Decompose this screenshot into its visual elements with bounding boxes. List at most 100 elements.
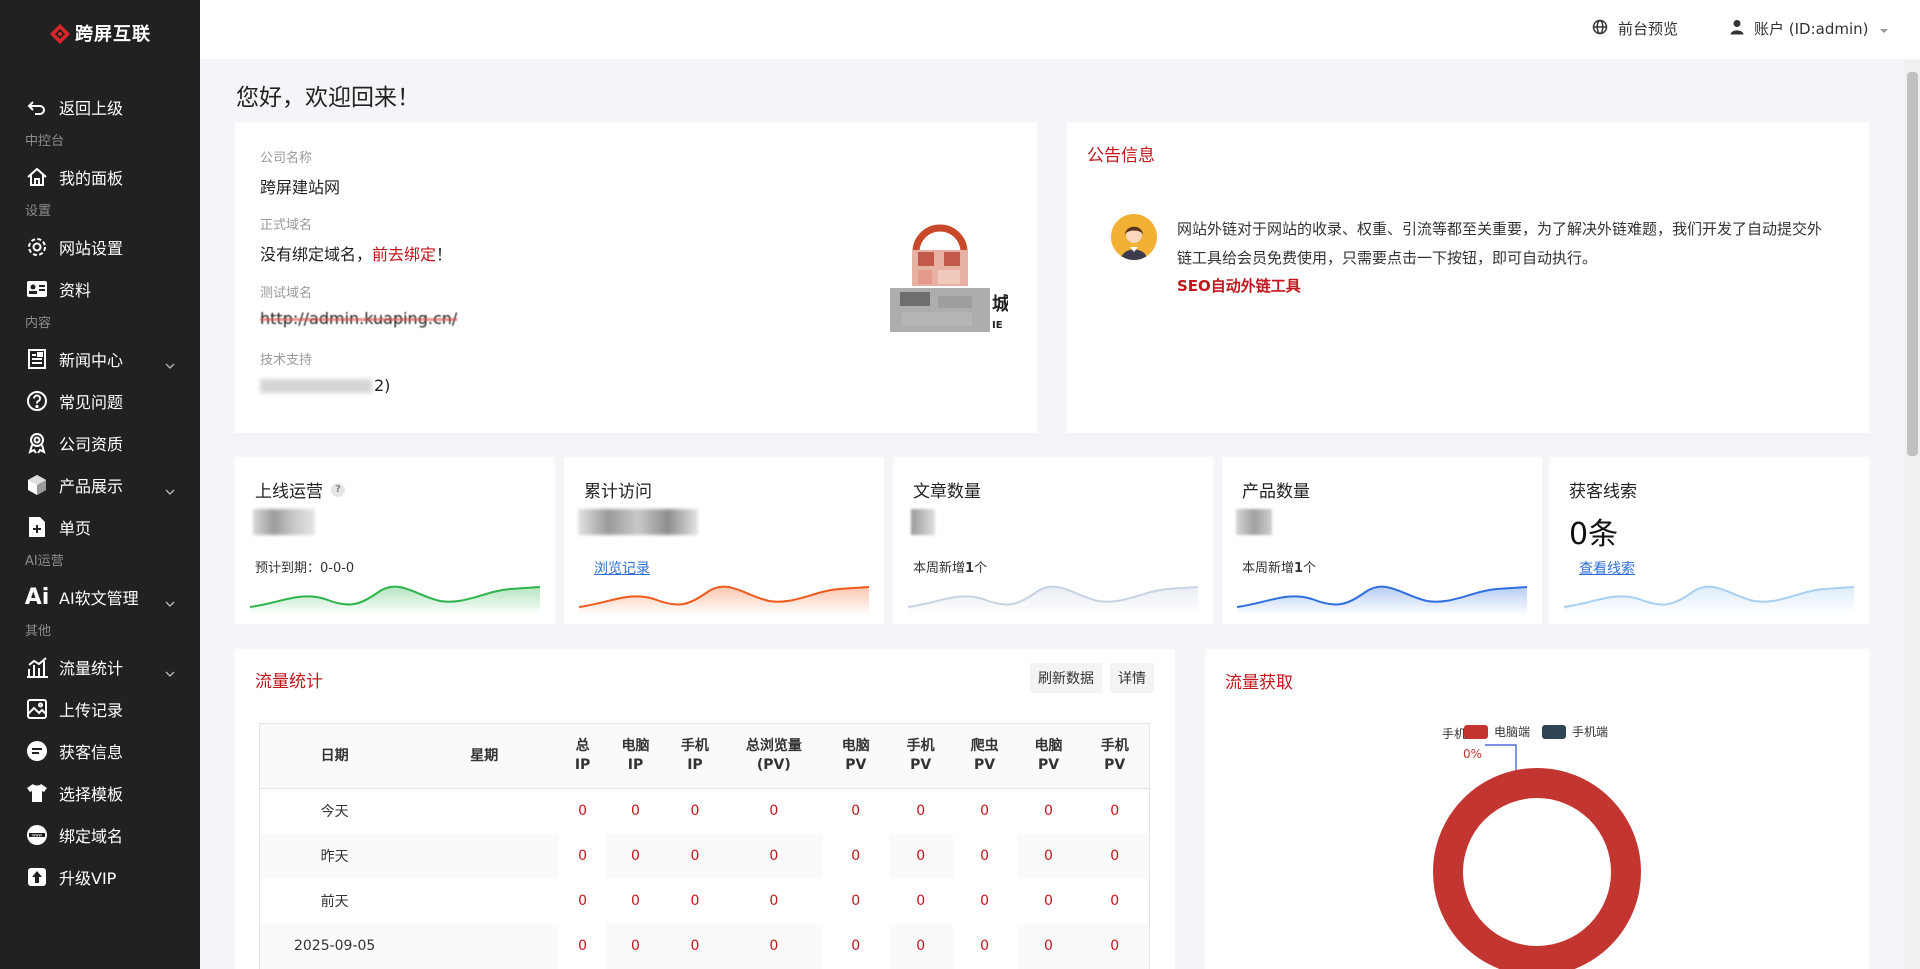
table-cell-value: 0: [690, 803, 700, 820]
chevron-down-icon: [165, 354, 175, 373]
caret-down-icon: [1879, 20, 1889, 38]
frontend-preview-label: 前台预览: [1618, 20, 1679, 38]
nav-qualification[interactable]: 公司资质: [0, 422, 200, 464]
id-card-icon: [25, 277, 49, 301]
support-value: 2): [260, 376, 390, 395]
legend-mobile[interactable]: 手机端: [1542, 723, 1608, 740]
stat-online-label: 上线运营: [255, 482, 323, 502]
brand-name: 跨屏互联: [75, 24, 151, 45]
table-header-text: 星期: [470, 747, 499, 764]
nav-ai-article[interactable]: Ai AI软文管理: [0, 576, 200, 618]
table-cell-value: 0: [631, 803, 640, 820]
nav-group-console: 中控台: [25, 134, 65, 149]
stat-online-expire: 预计到期：0-0-0: [255, 561, 355, 576]
nav-site-settings[interactable]: 网站设置: [0, 226, 200, 268]
donut-slice-pc[interactable]: [1433, 768, 1641, 969]
bind-domain-link[interactable]: 前去绑定: [372, 245, 436, 264]
sparkline-visits: [579, 585, 869, 615]
help-icon[interactable]: ?: [331, 482, 345, 497]
company-info-card: 公司名称 跨屏建站网 正式域名 没有绑定域名，前去绑定！ 测试域名 http:/…: [235, 122, 1037, 433]
pie-label-pct: 0%: [1463, 747, 1483, 761]
support-redacted: [260, 378, 372, 393]
nav-dashboard-label: 我的面板: [59, 169, 124, 188]
table-cell-value: 0: [559, 833, 607, 879]
sparkline-leads: [1564, 585, 1854, 615]
table-cell-value: 0: [822, 923, 889, 969]
nav-group-content: 内容: [25, 316, 52, 331]
stat-articles-title: 文章数量: [913, 482, 981, 502]
table-header-cell: 星期: [409, 723, 560, 789]
nav-news[interactable]: 新闻中心: [0, 338, 200, 380]
announcement-card: 公告信息 网站外链对于网站的收录、权重、引流等都至关重要，为了解决外链难题，我们…: [1067, 122, 1869, 433]
table-header-cell: 手机 IP: [664, 723, 725, 789]
nav-profile[interactable]: 资料: [0, 268, 200, 310]
stat-visits-title: 累计访问: [584, 482, 652, 502]
nav-template[interactable]: 选择模板: [0, 772, 200, 814]
table-cell-value: 0: [606, 833, 665, 879]
table-header-text: IP: [687, 757, 703, 773]
company-name-field: 公司名称 跨屏建站网: [260, 147, 340, 198]
traffic-stats-title: 流量统计: [255, 672, 323, 692]
svg-text:IE: IE: [992, 320, 1003, 331]
account-menu[interactable]: 账户 (ID:admin): [1730, 18, 1889, 39]
stat-articles-weekly-num: 1: [965, 561, 975, 576]
scrollbar-thumb[interactable]: [1907, 72, 1918, 456]
table-header-cell: 电脑 PV: [1016, 723, 1081, 789]
traffic-table: 日期 星期总 IP 电脑 IP 手机 IP 总浏览量 (PV) 电脑 PV 手机 PV 爬虫 PV 电脑 PV 手…: [259, 723, 1150, 969]
stat-products-weekly-num: 1: [1294, 561, 1304, 576]
seo-tool-link[interactable]: SEO自动外链工具: [1177, 275, 1301, 296]
table-cell-value: 0: [980, 803, 990, 820]
refresh-data-button[interactable]: 刷新数据: [1030, 663, 1102, 693]
table-header-text: 总: [575, 738, 590, 754]
stat-products-title: 产品数量: [1242, 482, 1310, 502]
domain-label: 正式域名: [260, 218, 313, 233]
nav-single-page[interactable]: 单页: [0, 506, 200, 548]
table-header-cell: 电脑 IP: [606, 723, 665, 789]
stat-articles-weekly-suffix: 个: [974, 561, 988, 576]
award-icon: [25, 431, 49, 455]
table-header-text: IP: [627, 757, 644, 773]
stat-leads-value: 0条: [1569, 517, 1619, 552]
stat-products-value-redacted: [1236, 509, 1272, 535]
test-domain-link[interactable]: http://admin.kuaping.cn/: [260, 309, 457, 328]
nav-uploads[interactable]: 上传记录: [0, 688, 200, 730]
nav-leads[interactable]: 获客信息: [0, 730, 200, 772]
globe-icon: [1592, 19, 1608, 39]
table-cell-date: 前天: [320, 894, 349, 910]
table-cell-value: 0: [952, 833, 1017, 879]
table-cell-value: 0: [690, 893, 700, 909]
table-header-text: PV: [845, 757, 867, 773]
table-header-cell: 手机 PV: [888, 723, 953, 789]
frontend-preview-link[interactable]: 前台预览: [1592, 18, 1678, 39]
chevron-down-icon: [165, 662, 175, 681]
nav-faq[interactable]: 常见问题: [0, 380, 200, 422]
nav-traffic[interactable]: 流量统计: [0, 646, 200, 688]
question-icon: [25, 389, 49, 413]
table-cell-value: 0: [1044, 803, 1053, 820]
support-label: 技术支持: [260, 353, 313, 368]
avatar: [1111, 214, 1157, 260]
legend-pc[interactable]: 电脑端: [1464, 723, 1530, 740]
detail-button[interactable]: 详情: [1110, 663, 1154, 693]
nav-products[interactable]: 产品展示: [0, 464, 200, 506]
sparkline-articles: [908, 585, 1198, 615]
table-row: 前天 0 0 0 0 0 0 0 0 0: [260, 879, 1150, 924]
nav-leads-label: 获客信息: [59, 743, 124, 762]
domain-text: 没有绑定域名，: [260, 245, 373, 264]
nav-bind-domain[interactable]: www 绑定域名: [0, 814, 200, 856]
nav-vip[interactable]: 升级VIP: [0, 856, 200, 898]
table-cell-value: 0: [1044, 893, 1053, 909]
chevron-down-icon: [165, 480, 175, 499]
nav-dashboard[interactable]: 我的面板: [0, 156, 200, 198]
brand-logo[interactable]: 跨屏互联: [0, 0, 200, 66]
stat-products-weekly-prefix: 本周新增: [1242, 561, 1295, 576]
nav-back[interactable]: 返回上级: [0, 86, 200, 128]
table-cell-value: 0: [1110, 893, 1120, 909]
nav-vip-label: 升级VIP: [59, 869, 117, 888]
table-cell-value: 0: [1080, 833, 1150, 879]
table-cell-value: 0: [631, 893, 640, 909]
table-cell-value: 0: [822, 833, 889, 879]
table-header-text: 总浏览量: [745, 738, 802, 754]
nav-group-ai: AI运营: [25, 554, 64, 569]
test-domain-field: 测试域名 http://admin.kuaping.cn/: [260, 282, 457, 328]
